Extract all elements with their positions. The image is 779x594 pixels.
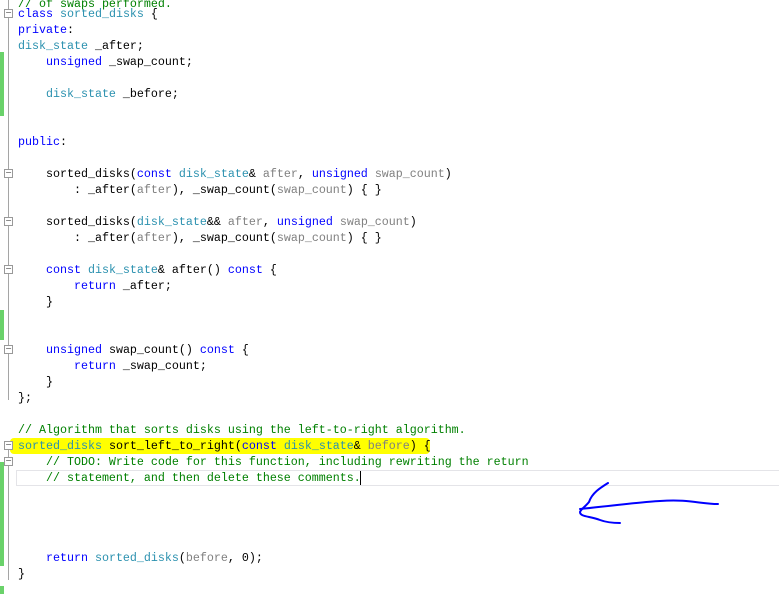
code-editor[interactable]: − − − − − − − // of swaps performed. clas… — [0, 0, 779, 594]
pen-annotation-arrow-icon — [578, 482, 719, 524]
